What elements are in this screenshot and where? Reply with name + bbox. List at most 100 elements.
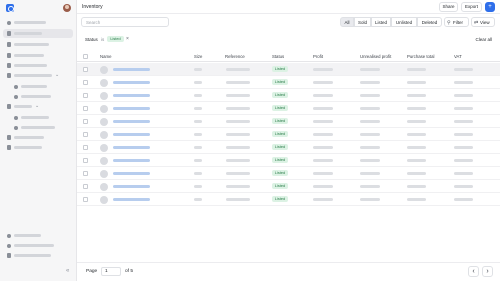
row-checkbox[interactable]: [83, 93, 88, 98]
item-name-placeholder[interactable]: [113, 159, 150, 162]
tab-deleted[interactable]: Deleted: [417, 17, 442, 27]
view-icon: ⇄: [474, 20, 479, 26]
sidebar-item-6[interactable]: [3, 133, 73, 142]
logo-icon[interactable]: [6, 4, 14, 12]
item-thumbnail: [100, 117, 108, 126]
table-row[interactable]: Listed: [77, 89, 500, 102]
table-row[interactable]: Listed: [77, 167, 500, 180]
table-row[interactable]: Listed: [77, 141, 500, 154]
page-number-input[interactable]: 1: [101, 267, 121, 276]
sidebar-item-inventory[interactable]: [3, 29, 73, 38]
sidebar-item-5[interactable]: [3, 61, 73, 70]
sidebar-subitem-1[interactable]: [3, 82, 73, 91]
tab-listed[interactable]: Listed: [371, 17, 391, 27]
sidebar-subitem-4[interactable]: [3, 123, 73, 132]
table-row[interactable]: Listed: [77, 180, 500, 193]
select-all-checkbox[interactable]: [83, 54, 88, 59]
view-button[interactable]: ⇄ View: [471, 17, 495, 27]
size-placeholder: [194, 107, 202, 110]
row-checkbox[interactable]: [83, 184, 88, 189]
item-thumbnail: [100, 65, 108, 74]
filter-icon: ⚲: [447, 20, 451, 26]
sidebar-item-docs[interactable]: [3, 251, 73, 260]
vat-placeholder: [454, 198, 473, 201]
sidebar-subitem-2[interactable]: [3, 92, 73, 101]
row-checkbox[interactable]: [83, 132, 88, 137]
row-checkbox[interactable]: [83, 106, 88, 111]
item-name-placeholder[interactable]: [113, 133, 150, 136]
share-button[interactable]: Share: [439, 2, 458, 12]
row-checkbox[interactable]: [83, 145, 88, 150]
tab-sold[interactable]: Sold: [354, 17, 371, 27]
column-header-size[interactable]: Size: [194, 54, 202, 59]
unrealised-profit-placeholder: [360, 107, 380, 110]
sidebar-item-help[interactable]: [3, 241, 73, 250]
item-name-placeholder[interactable]: [113, 107, 150, 110]
purchase-total-placeholder: [407, 198, 426, 201]
row-checkbox[interactable]: [83, 158, 88, 163]
unrealised-profit-placeholder: [360, 185, 380, 188]
table-row[interactable]: Listed: [77, 76, 500, 89]
purchase-total-placeholder: [407, 107, 426, 110]
item-name-placeholder[interactable]: [113, 94, 150, 97]
table-row[interactable]: Listed: [77, 115, 500, 128]
help-icon: [7, 243, 11, 248]
sidebar-item-3[interactable]: [3, 40, 73, 49]
column-header-status[interactable]: Status: [272, 54, 284, 59]
filter-value-chip[interactable]: Listed: [107, 36, 124, 42]
filter-operator[interactable]: is: [101, 37, 104, 42]
table-row[interactable]: Listed: [77, 193, 500, 206]
column-header-vat[interactable]: VAT: [454, 54, 462, 59]
remove-filter-icon[interactable]: ×: [126, 36, 129, 42]
table-header: Name Size Reference Status Profit Unreal…: [77, 51, 500, 62]
item-name-placeholder[interactable]: [113, 81, 150, 84]
filter-field-label[interactable]: Status: [85, 37, 98, 42]
purchase-total-placeholder: [407, 185, 426, 188]
item-name-placeholder[interactable]: [113, 120, 150, 123]
sidebar-group-2[interactable]: ⌄: [3, 102, 73, 111]
item-name-placeholder[interactable]: [113, 68, 150, 71]
chevron-right-icon[interactable]: ›: [482, 266, 493, 277]
row-checkbox[interactable]: [83, 171, 88, 176]
table-row[interactable]: Listed: [77, 102, 500, 115]
add-button[interactable]: +: [485, 2, 495, 12]
row-checkbox[interactable]: [83, 119, 88, 124]
tab-all[interactable]: All: [340, 17, 354, 27]
clear-all-button[interactable]: Clear all: [475, 37, 492, 42]
unrealised-profit-placeholder: [360, 172, 380, 175]
avatar[interactable]: [63, 4, 71, 12]
row-checkbox[interactable]: [83, 80, 88, 85]
reference-placeholder: [226, 159, 250, 162]
item-name-placeholder[interactable]: [113, 185, 150, 188]
folder-icon: [7, 73, 11, 78]
globe-icon: [14, 94, 18, 99]
item-name-placeholder[interactable]: [113, 172, 150, 175]
column-header-reference[interactable]: Reference: [225, 54, 245, 59]
filter-button[interactable]: ⚲ Filter: [444, 17, 469, 27]
column-header-unrealised-profit[interactable]: Unrealised profit: [360, 54, 391, 59]
collapse-sidebar-icon[interactable]: «: [66, 268, 69, 274]
item-thumbnail: [100, 104, 108, 113]
search-box[interactable]: [81, 17, 169, 27]
sidebar-item-1[interactable]: [3, 18, 73, 27]
sidebar-item-7[interactable]: [3, 143, 73, 152]
sidebar-item-4[interactable]: [3, 51, 73, 60]
row-checkbox[interactable]: [83, 197, 88, 202]
chevron-left-icon[interactable]: ‹: [468, 266, 479, 277]
row-checkbox[interactable]: [83, 67, 88, 72]
table-row[interactable]: Listed: [77, 128, 500, 141]
search-input[interactable]: [82, 18, 168, 26]
chevron-down-icon: ⌄: [55, 72, 60, 78]
column-header-name[interactable]: Name: [100, 54, 111, 59]
export-button[interactable]: Export: [461, 2, 482, 12]
column-header-profit[interactable]: Profit: [313, 54, 323, 59]
tab-unlisted[interactable]: Unlisted: [391, 17, 417, 27]
sidebar-item-settings[interactable]: [3, 231, 73, 240]
column-header-purchase-total[interactable]: Purchase total: [407, 54, 434, 59]
table-row[interactable]: Listed: [77, 63, 500, 76]
sidebar-subitem-3[interactable]: [3, 113, 73, 122]
item-name-placeholder[interactable]: [113, 198, 150, 201]
sidebar-group-1[interactable]: ⌄: [3, 71, 73, 80]
item-name-placeholder[interactable]: [113, 146, 150, 149]
table-row[interactable]: Listed: [77, 154, 500, 167]
